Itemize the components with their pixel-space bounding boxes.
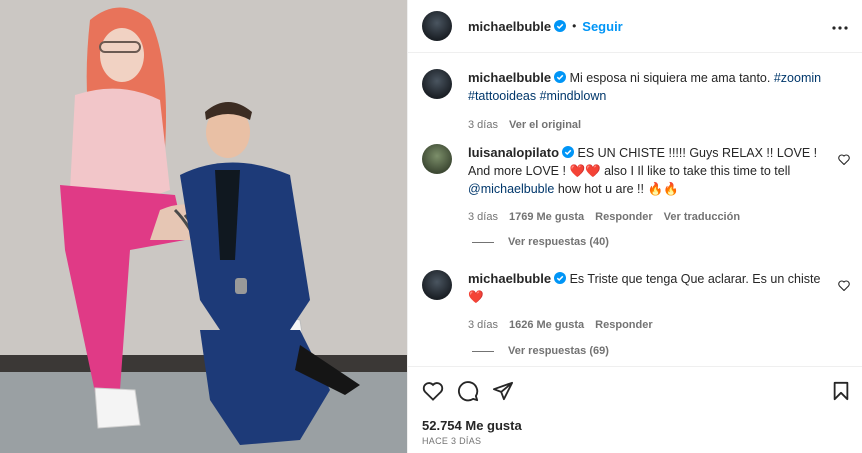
mention-link[interactable]: @michaelbuble — [468, 182, 554, 196]
comment-text-cont: also I Il like to take this time to tell — [604, 164, 791, 178]
verified-badge-icon — [562, 146, 575, 158]
action-bar — [422, 378, 850, 404]
comment-time[interactable]: 3 días — [468, 208, 498, 226]
view-replies-button[interactable]: Ver respuestas (40) — [472, 236, 609, 248]
view-replies-button[interactable]: Ver respuestas (69) — [472, 345, 609, 357]
post-timestamp[interactable]: HACE 3 DÍAS — [422, 436, 481, 446]
comment-item: luisanalopilato ES UN CHISTE !!!!! Guys … — [408, 144, 862, 226]
hashtag-zoomin[interactable]: #zoomin — [774, 71, 821, 85]
post-header: michaelbuble • Seguir — [408, 0, 862, 53]
replies-divider — [472, 350, 494, 352]
post-photo[interactable] — [0, 0, 407, 453]
caption: michaelbuble Mi esposa ni siquiera me am… — [408, 69, 862, 134]
hashtag-tattooideas[interactable]: #tattooideas — [468, 89, 536, 103]
heart-emoji: ❤️❤️ — [569, 164, 601, 178]
save-icon[interactable] — [832, 381, 850, 401]
comment-likes[interactable]: 1769 Me gusta — [509, 208, 584, 226]
view-replies-label: Ver respuestas (69) — [508, 345, 609, 357]
see-original-link[interactable]: Ver el original — [509, 116, 581, 134]
comment-text-end: how hot u are !! — [557, 182, 645, 196]
comment-icon[interactable] — [457, 380, 479, 402]
reply-button[interactable]: Responder — [595, 208, 652, 226]
separator-dot: • — [572, 19, 577, 33]
replies-divider — [472, 241, 494, 243]
verified-badge-icon — [554, 272, 567, 284]
fire-emoji: 🔥🔥 — [647, 182, 679, 196]
post-panel: michaelbuble • Seguir michaelbuble Mi es… — [407, 0, 862, 453]
comment-text: Es Triste que tenga Que aclarar. Es un c… — [569, 272, 821, 286]
comment-like-heart-icon[interactable] — [838, 280, 850, 294]
actions-divider — [408, 366, 862, 367]
commenter-avatar[interactable] — [422, 144, 452, 174]
caption-text: Mi esposa ni siquiera me ama tanto. — [569, 71, 771, 85]
commenter-username[interactable]: michaelbuble — [468, 271, 551, 286]
heart-icon[interactable] — [422, 381, 444, 401]
caption-username[interactable]: michaelbuble — [468, 70, 551, 85]
share-icon[interactable] — [492, 381, 514, 401]
comment-like-heart-icon[interactable] — [838, 154, 850, 168]
heart-emoji: ❤️ — [468, 290, 484, 304]
commenter-username[interactable]: luisanalopilato — [468, 145, 559, 160]
translate-button[interactable]: Ver traducción — [664, 208, 740, 226]
more-options-icon[interactable] — [832, 19, 848, 33]
caption-avatar[interactable] — [422, 69, 452, 99]
view-replies-label: Ver respuestas (40) — [508, 236, 609, 248]
hashtag-mindblown[interactable]: #mindblown — [540, 89, 607, 103]
post-photo-illustration — [0, 0, 407, 453]
author-avatar[interactable] — [422, 11, 452, 41]
follow-button[interactable]: Seguir — [582, 19, 622, 34]
verified-badge-icon — [554, 20, 567, 32]
commenter-avatar[interactable] — [422, 270, 452, 300]
post-likes-count[interactable]: 52.754 Me gusta — [422, 418, 522, 433]
reply-button[interactable]: Responder — [595, 316, 652, 334]
author-username[interactable]: michaelbuble — [468, 19, 551, 34]
comments-section[interactable]: michaelbuble Mi esposa ni siquiera me am… — [408, 54, 862, 367]
comment-item: michaelbuble Es Triste que tenga Que acl… — [408, 270, 862, 334]
comment-likes[interactable]: 1626 Me gusta — [509, 316, 584, 334]
verified-badge-icon — [554, 71, 567, 83]
comment-time[interactable]: 3 días — [468, 316, 498, 334]
caption-time[interactable]: 3 días — [468, 116, 498, 134]
